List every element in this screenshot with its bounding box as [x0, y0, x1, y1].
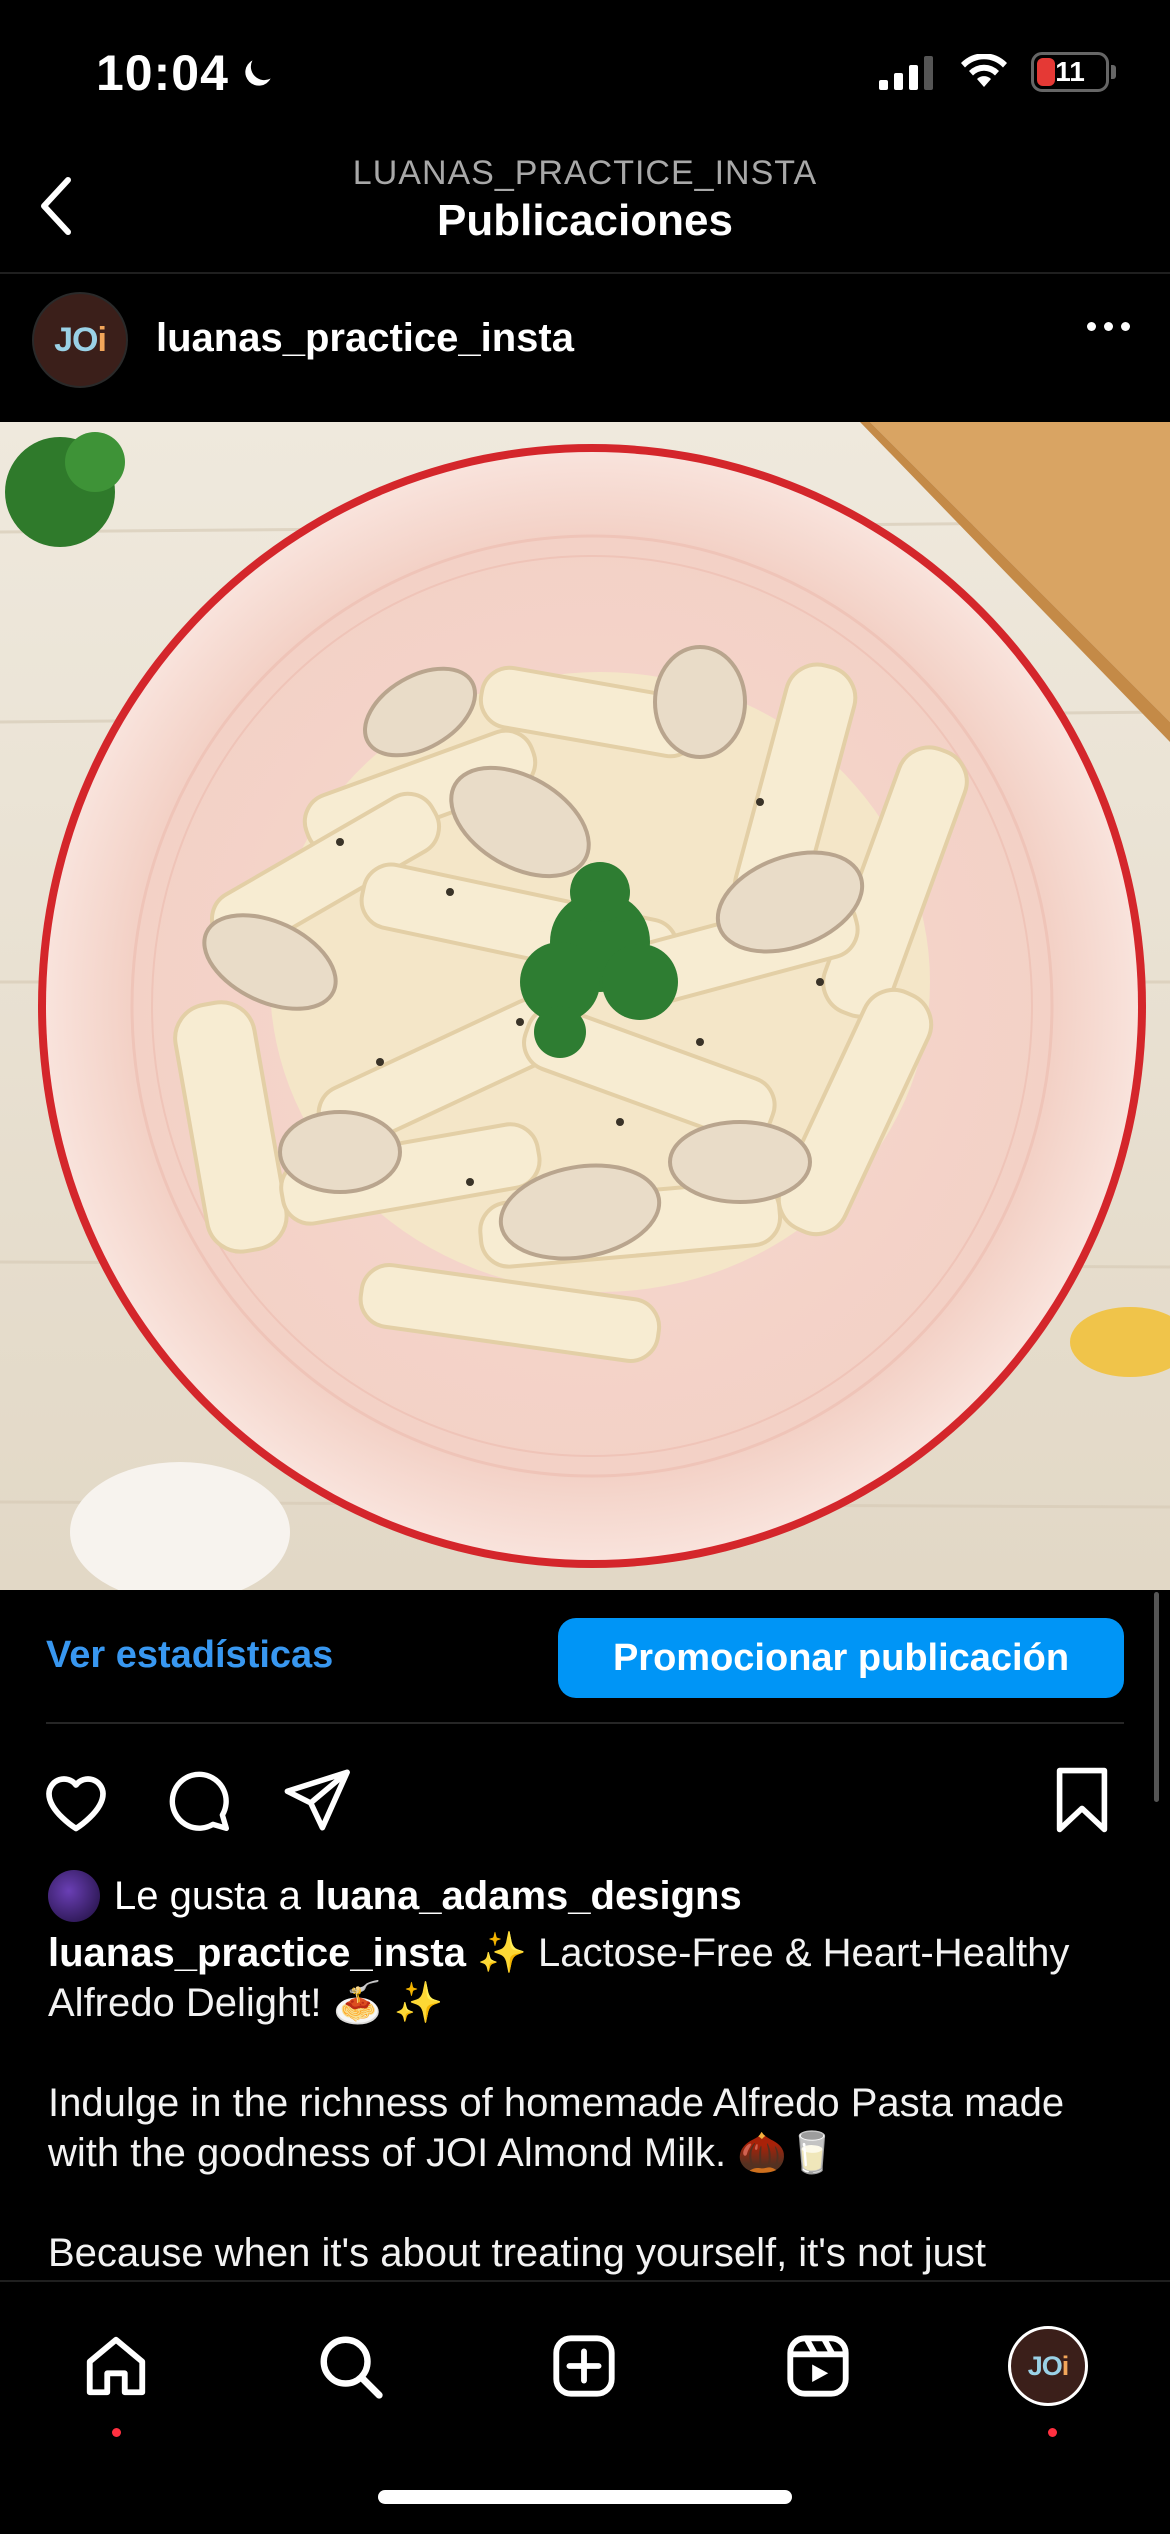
header-divider: [0, 272, 1170, 274]
caption-username[interactable]: luanas_practice_insta: [48, 1931, 466, 1975]
search-icon: [320, 2336, 383, 2399]
status-time: 10:04: [96, 44, 277, 102]
reels-icon: [787, 2335, 849, 2397]
status-icons: 11: [879, 52, 1116, 92]
tab-search[interactable]: [310, 2326, 390, 2406]
post-image[interactable]: [0, 422, 1170, 1590]
liker-username[interactable]: luana_adams_designs: [315, 1874, 742, 1919]
joi-logo: JOi: [54, 320, 107, 359]
more-options-button[interactable]: [1087, 322, 1130, 331]
dot-icon: [1121, 322, 1130, 331]
profile-avatar: JOi: [1008, 2326, 1088, 2406]
insights-divider: [46, 1722, 1124, 1724]
like-button[interactable]: [38, 1762, 114, 1838]
wifi-icon: [961, 54, 1007, 87]
moon-icon: [245, 60, 271, 86]
send-icon: [284, 1769, 350, 1831]
profile-notification-dot: [1048, 2428, 1057, 2437]
home-notification-dot: [112, 2428, 121, 2437]
create-icon: [553, 2335, 615, 2397]
battery-icon: 11: [1031, 52, 1109, 92]
comment-icon: [169, 1771, 230, 1832]
tab-home[interactable]: [76, 2326, 156, 2406]
battery-level: 11: [1055, 56, 1085, 87]
clock-label: 10:04: [96, 45, 229, 101]
cellular-signal-icon: [879, 56, 933, 90]
tab-reels[interactable]: [778, 2326, 858, 2406]
post-username[interactable]: luanas_practice_insta: [156, 316, 574, 361]
tab-create[interactable]: [544, 2326, 624, 2406]
caption-paragraph-2: Indulge in the richness of homemade Alfr…: [48, 2081, 1065, 2175]
scrollbar[interactable]: [1154, 1592, 1159, 1802]
header-account-name: LUANAS_PRACTICE_INSTA: [352, 154, 818, 192]
promote-post-button[interactable]: Promocionar publicación: [558, 1618, 1124, 1698]
page-title: Publicaciones: [437, 196, 733, 245]
likes-summary[interactable]: Le gusta a luana_adams_designs: [48, 1870, 742, 1922]
dot-icon: [1087, 322, 1096, 331]
save-button[interactable]: [1044, 1762, 1120, 1838]
liker-avatar: [48, 1870, 100, 1922]
joi-logo: JOi: [1027, 2350, 1069, 2381]
view-insights-link[interactable]: Ver estadísticas: [46, 1634, 333, 1677]
pasta-photo: [0, 422, 1170, 1590]
post-avatar[interactable]: JOi: [32, 292, 128, 388]
tab-profile[interactable]: JOi: [1008, 2326, 1088, 2406]
post-caption: luanas_practice_insta ✨ Lactose-Free & H…: [48, 1928, 1108, 2328]
home-icon: [86, 2336, 146, 2396]
heart-icon: [46, 1776, 106, 1832]
home-indicator[interactable]: [378, 2490, 792, 2504]
share-button[interactable]: [280, 1762, 356, 1838]
comment-button[interactable]: [160, 1762, 236, 1838]
bookmark-icon: [1056, 1767, 1108, 1833]
likes-prefix: Le gusta a: [114, 1873, 301, 1918]
dot-icon: [1104, 322, 1113, 331]
caption-paragraph-3: Because when it's about treating yoursel…: [48, 2231, 987, 2275]
